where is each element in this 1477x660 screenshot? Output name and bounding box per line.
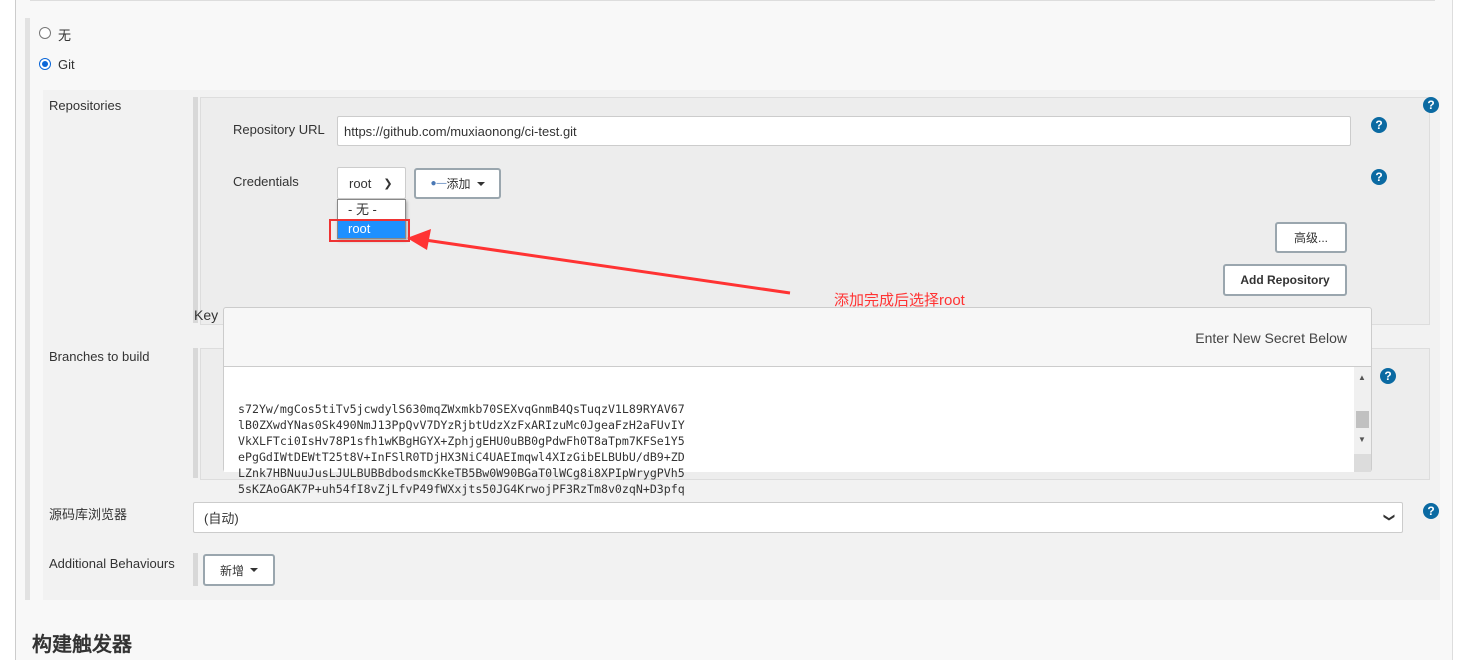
- repository-url-input[interactable]: https://github.com/muxiaonong/ci-test.gi…: [337, 116, 1351, 146]
- add-behaviour-button[interactable]: 新增: [203, 554, 275, 586]
- highlight-box: [329, 219, 410, 242]
- repositories-label: Repositories: [49, 98, 122, 113]
- credentials-select[interactable]: root ❯: [337, 167, 406, 199]
- add-repository-button[interactable]: Add Repository: [1223, 264, 1347, 296]
- credentials-option-none[interactable]: - 无 -: [338, 200, 405, 219]
- chevron-down-icon: ❯: [383, 177, 393, 190]
- repository-url-label: Repository URL: [233, 122, 325, 137]
- caret-down-icon: [250, 568, 258, 572]
- browser-select[interactable]: (自动) ❯: [193, 502, 1403, 533]
- scrollbar-thumb[interactable]: [1356, 411, 1369, 428]
- resize-handle[interactable]: [1354, 454, 1371, 472]
- advanced-button[interactable]: 高级...: [1275, 222, 1347, 253]
- branches-label: Branches to build: [49, 349, 150, 364]
- radio-git-label: Git: [58, 57, 75, 72]
- radio-git[interactable]: [39, 58, 51, 70]
- behaviours-label: Additional Behaviours: [49, 556, 175, 571]
- divider: [30, 0, 1435, 1]
- scrollbar[interactable]: ▲ ▼: [1354, 367, 1371, 472]
- key-label: Key: [194, 307, 219, 323]
- browser-label: 源码库浏览器: [49, 507, 128, 522]
- radio-none[interactable]: [39, 27, 51, 39]
- key-icon: ●—: [430, 178, 447, 189]
- repositories-bar: [193, 97, 198, 323]
- radio-none-label: 无: [58, 28, 72, 43]
- add-credentials-button[interactable]: ●— 添加: [414, 168, 501, 199]
- key-textarea[interactable]: s72Yw/mgCos5tiTv5jcwdylS630mqZWxmkb70SEX…: [224, 366, 1371, 496]
- repository-url-value: https://github.com/muxiaonong/ci-test.gi…: [344, 123, 577, 139]
- section-title: 构建触发器: [32, 634, 132, 656]
- credentials-selected: root: [349, 175, 372, 191]
- key-popup: Enter New Secret Below s72Yw/mgCos5tiTv5…: [223, 307, 1372, 496]
- help-icon[interactable]: ?: [1371, 169, 1387, 185]
- scroll-down-icon[interactable]: ▼: [1358, 435, 1366, 444]
- help-icon[interactable]: ?: [1423, 503, 1439, 519]
- scroll-up-icon[interactable]: ▲: [1358, 373, 1366, 382]
- branches-bar: [193, 348, 198, 478]
- help-icon[interactable]: ?: [1423, 97, 1439, 113]
- credentials-label: Credentials: [233, 174, 299, 189]
- annotation-arrow: [407, 229, 791, 295]
- chevron-down-icon: ❯: [1382, 512, 1395, 523]
- browser-value: (自动): [204, 511, 239, 526]
- help-icon[interactable]: ?: [1380, 368, 1396, 384]
- behaviours-bar: [193, 553, 198, 586]
- key-popup-header: Enter New Secret Below: [1195, 330, 1347, 346]
- help-icon[interactable]: ?: [1371, 117, 1387, 133]
- caret-down-icon: [476, 181, 485, 186]
